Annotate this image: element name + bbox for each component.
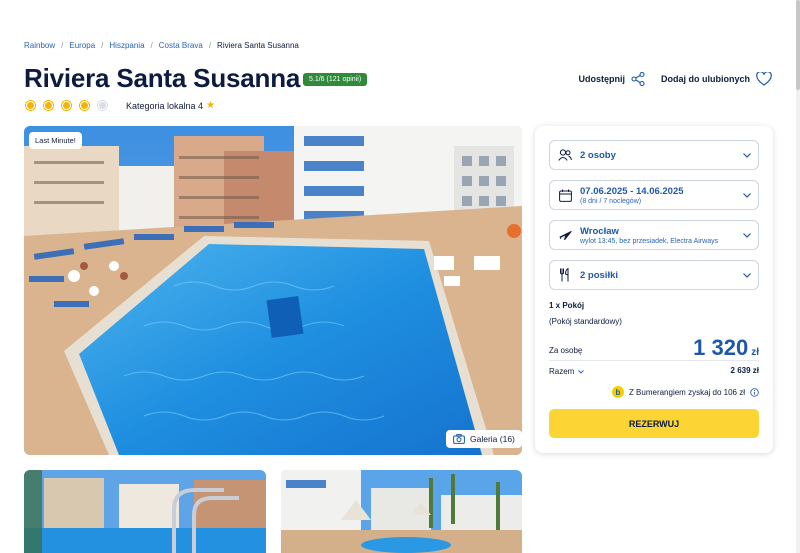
dates-select[interactable]: 07.06.2025 - 14.06.2025 (8 dni / 7 nocle… bbox=[549, 180, 759, 210]
departure-value: Wrocław bbox=[580, 225, 619, 237]
last-minute-badge: Last Minute! bbox=[29, 132, 82, 149]
gallery-button[interactable]: Galeria (16) bbox=[446, 430, 522, 448]
chevron-down-icon bbox=[578, 369, 585, 374]
sun-icon bbox=[42, 99, 55, 112]
scrollbar-thumb[interactable] bbox=[796, 0, 800, 90]
total-toggle[interactable]: Razem bbox=[549, 367, 585, 376]
breadcrumb-separator: / bbox=[208, 41, 212, 50]
sun-icon bbox=[24, 99, 37, 112]
chevron-down-icon bbox=[736, 192, 758, 198]
bumerang-text: Z Bumerangiem zyskaj do 106 zł bbox=[628, 387, 745, 397]
breadcrumb: Rainbow / Europa / Hiszpania / Costa Bra… bbox=[24, 41, 299, 50]
info-icon[interactable] bbox=[750, 387, 759, 397]
departure-details: wylot 13:45, bez przesiadek, Electra Air… bbox=[580, 237, 719, 245]
header-actions: Udostępnij Dodaj do ulubionych bbox=[579, 72, 773, 86]
breadcrumb-hiszpania[interactable]: Hiszpania bbox=[109, 41, 144, 50]
share-button[interactable]: Udostępnij bbox=[579, 72, 646, 86]
heart-icon bbox=[756, 72, 772, 86]
price-per-person-value: 1 320 bbox=[693, 335, 749, 360]
share-label: Udostępnij bbox=[578, 74, 626, 84]
sun-icon bbox=[60, 99, 73, 112]
breadcrumb-costa-brava[interactable]: Costa Brava bbox=[159, 41, 203, 50]
guests-icon bbox=[550, 149, 580, 161]
price-currency: zł bbox=[751, 347, 759, 358]
sun-icon bbox=[78, 99, 91, 112]
meals-value: 2 posiłki bbox=[580, 269, 619, 281]
chevron-down-icon bbox=[736, 272, 758, 278]
dates-value: 07.06.2025 - 14.06.2025 bbox=[580, 185, 684, 197]
local-category-label: Kategoria lokalna 4 bbox=[126, 100, 204, 111]
star-icon: ★ bbox=[206, 100, 216, 111]
chevron-down-icon bbox=[736, 152, 758, 158]
favorite-button[interactable]: Dodaj do ulubionych bbox=[661, 72, 772, 86]
total-label: Razem bbox=[549, 367, 575, 376]
booking-panel: 2 osoby 07.06.2025 - 14.06.2025 (8 dni /… bbox=[535, 126, 773, 453]
bumerang-info: b Z Bumerangiem zyskaj do 106 zł bbox=[611, 386, 759, 398]
thumbnail-photo[interactable] bbox=[281, 470, 522, 553]
rating-badge[interactable]: 5.1/6 (121 opinii) bbox=[303, 73, 368, 86]
sun-empty-icon bbox=[96, 99, 109, 112]
camera-icon bbox=[453, 434, 465, 444]
thumbnail-photo[interactable] bbox=[24, 470, 266, 553]
plane-icon bbox=[550, 228, 580, 242]
thumbnail-image bbox=[24, 470, 266, 553]
thumbnail-image bbox=[281, 470, 522, 553]
breadcrumb-rainbow[interactable]: Rainbow bbox=[24, 41, 55, 50]
dates-duration: (8 dni / 7 noclegów) bbox=[580, 197, 642, 205]
gallery-label: Galeria (16) bbox=[470, 434, 515, 444]
room-type: (Pokój standardowy) bbox=[549, 317, 622, 326]
guests-select[interactable]: 2 osoby bbox=[549, 140, 759, 170]
share-icon bbox=[631, 72, 645, 86]
pool-image bbox=[24, 126, 522, 455]
hotel-title: Riviera Santa Susanna bbox=[24, 63, 301, 93]
per-person-label: Za osobę bbox=[549, 346, 583, 355]
room-count: 1 x Pokój bbox=[549, 301, 585, 310]
price-per-person: 1 320 zł bbox=[693, 335, 759, 361]
meals-select[interactable]: 2 posiłki bbox=[549, 260, 759, 290]
scrollbar[interactable] bbox=[796, 0, 800, 553]
total-price: 2 639 zł bbox=[730, 366, 759, 375]
calendar-icon bbox=[550, 189, 580, 202]
breadcrumb-europa[interactable]: Europa bbox=[69, 41, 95, 50]
bumerang-logo-icon: b bbox=[611, 386, 624, 398]
main-hotel-photo[interactable] bbox=[24, 126, 522, 455]
hotel-stars bbox=[24, 99, 109, 112]
local-category: Kategoria lokalna 4 ★ bbox=[126, 100, 215, 111]
reserve-button[interactable]: REZERWUJ bbox=[549, 409, 759, 438]
chevron-down-icon bbox=[736, 232, 758, 238]
breadcrumb-separator: / bbox=[101, 41, 104, 50]
breadcrumb-current: Riviera Santa Susanna bbox=[217, 41, 299, 50]
favorite-label: Dodaj do ulubionych bbox=[661, 74, 750, 84]
guests-value: 2 osoby bbox=[580, 149, 616, 161]
cutlery-icon bbox=[550, 268, 580, 282]
departure-select[interactable]: Wrocław wylot 13:45, bez przesiadek, Ele… bbox=[549, 220, 759, 250]
breadcrumb-separator: / bbox=[150, 41, 153, 50]
breadcrumb-separator: / bbox=[61, 41, 64, 50]
